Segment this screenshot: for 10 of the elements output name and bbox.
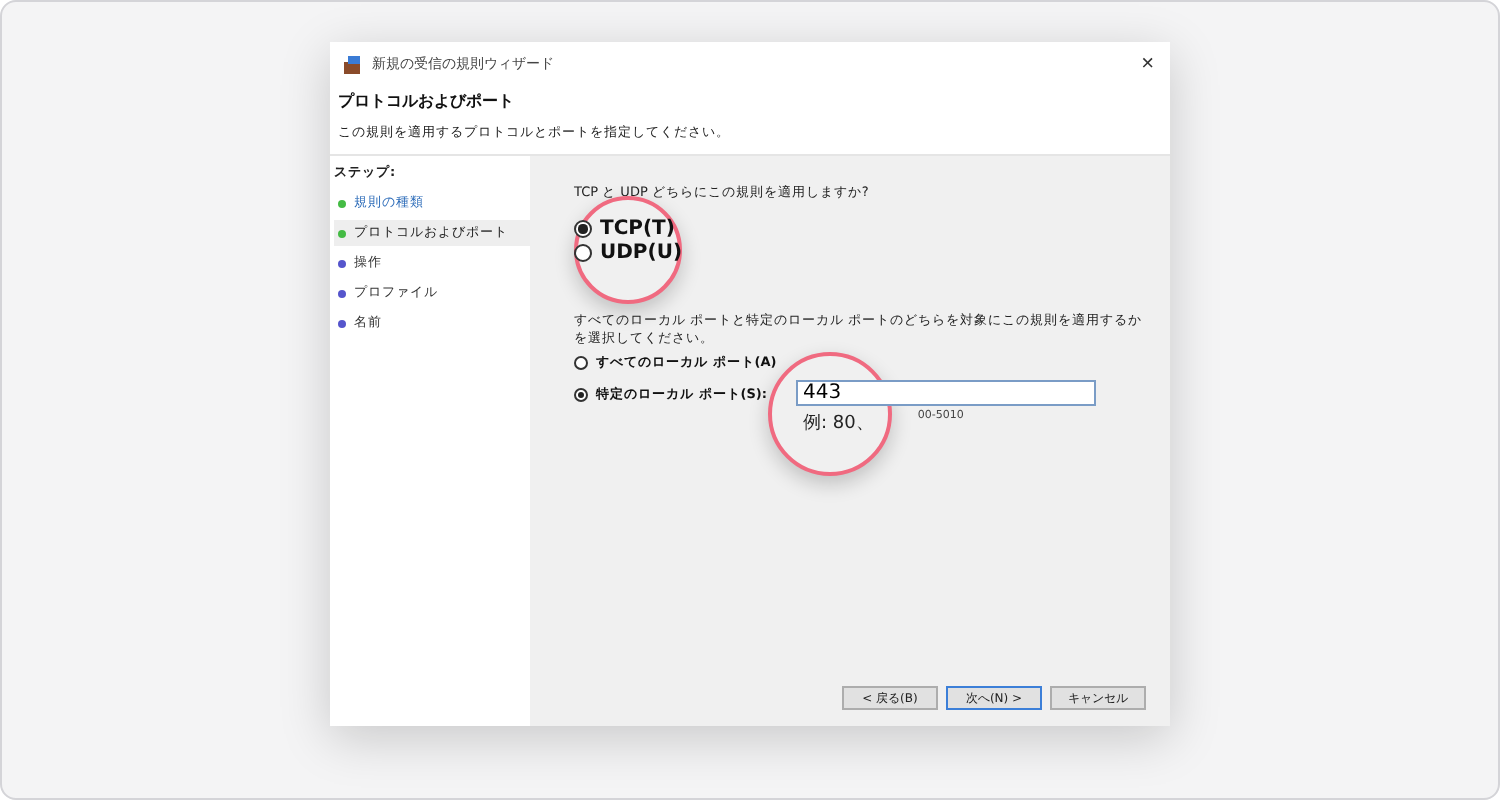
page-heading: プロトコルおよびポート <box>338 90 516 112</box>
radio-button[interactable] <box>574 388 588 402</box>
radio-label: TCP(T) <box>600 218 675 240</box>
firewall-icon <box>342 55 362 73</box>
close-button[interactable]: × <box>1137 52 1158 76</box>
radio-button[interactable] <box>574 356 588 370</box>
port-hint: 例: 80、 <box>803 412 874 436</box>
radio-button[interactable] <box>574 220 592 238</box>
radio-button[interactable] <box>574 244 592 262</box>
port-input-field[interactable]: 443 <box>795 380 1095 406</box>
